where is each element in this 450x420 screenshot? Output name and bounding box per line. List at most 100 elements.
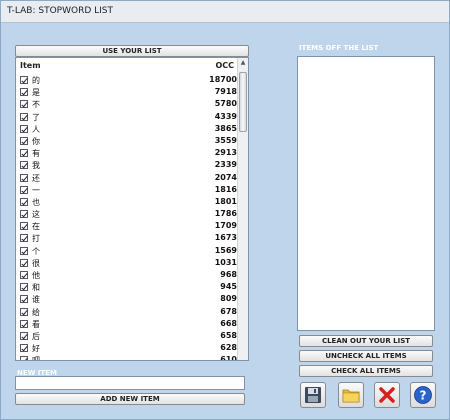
item-word: 他 bbox=[32, 271, 40, 280]
use-your-list-button[interactable]: USE YOUR LIST bbox=[15, 45, 249, 57]
item-word: 谁 bbox=[32, 295, 40, 305]
item-word: 了 bbox=[32, 112, 40, 122]
list-item[interactable]: 后 658 bbox=[16, 330, 238, 342]
column-header-item: Item bbox=[20, 61, 41, 70]
item-checkbox[interactable] bbox=[20, 161, 28, 170]
list-item[interactable]: 给 678 bbox=[16, 306, 238, 318]
item-checkbox[interactable] bbox=[20, 283, 28, 292]
stopword-list: Item OCC 的 18700 是 7918 不 5780 了 4339 人 3865 你 3559… bbox=[15, 57, 249, 361]
list-item[interactable]: 不 5780 bbox=[16, 98, 238, 110]
item-word: 后 bbox=[32, 331, 40, 341]
item-checkbox[interactable] bbox=[20, 222, 28, 231]
item-checkbox[interactable] bbox=[20, 234, 28, 243]
list-item[interactable]: 人 3865 bbox=[16, 123, 238, 135]
list-item[interactable]: 谁 809 bbox=[16, 293, 238, 305]
list-item[interactable]: 还 2074 bbox=[16, 172, 238, 184]
column-header-occ: OCC bbox=[215, 61, 234, 70]
item-occ: 5780 bbox=[214, 99, 237, 109]
list-item[interactable]: 有 2913 bbox=[16, 147, 238, 159]
item-checkbox[interactable] bbox=[20, 112, 28, 121]
item-checkbox[interactable] bbox=[20, 173, 28, 182]
item-word: 看 bbox=[32, 319, 40, 329]
item-occ: 3559 bbox=[214, 135, 237, 145]
item-occ: 4339 bbox=[214, 111, 237, 121]
check-all-button[interactable]: CHECK ALL ITEMS bbox=[299, 365, 433, 377]
item-checkbox[interactable] bbox=[20, 271, 28, 279]
list-item[interactable]: 看 668 bbox=[16, 318, 238, 330]
item-word: 的 bbox=[32, 76, 40, 85]
list-rows: 的 18700 是 7918 不 5780 了 4339 人 3865 你 3559 有 2913 我 233… bbox=[16, 74, 238, 361]
items-off-list-box[interactable] bbox=[297, 56, 435, 331]
item-checkbox[interactable] bbox=[20, 100, 28, 109]
item-checkbox[interactable] bbox=[20, 295, 28, 304]
item-word: 和 bbox=[32, 283, 40, 293]
item-checkbox[interactable] bbox=[20, 319, 28, 328]
item-checkbox[interactable] bbox=[20, 258, 28, 267]
item-checkbox[interactable] bbox=[20, 88, 28, 97]
close-button[interactable] bbox=[374, 382, 400, 408]
item-word: 在 bbox=[32, 222, 40, 232]
scroll-up-arrow-icon[interactable]: ▲ bbox=[238, 58, 248, 68]
list-item[interactable]: 的 18700 bbox=[16, 74, 238, 86]
item-word: 你 bbox=[32, 136, 40, 146]
item-occ: 2074 bbox=[214, 172, 237, 182]
item-occ: 1031 bbox=[214, 257, 237, 267]
item-occ: 610 bbox=[220, 355, 237, 361]
item-checkbox[interactable] bbox=[20, 197, 28, 206]
list-header: Item OCC bbox=[16, 58, 236, 72]
list-item[interactable]: 好 628 bbox=[16, 342, 238, 354]
open-folder-button[interactable] bbox=[338, 382, 364, 408]
list-item[interactable]: 打 1673 bbox=[16, 232, 238, 244]
list-item[interactable]: 吧 610 bbox=[16, 354, 238, 361]
help-button[interactable]: ? bbox=[410, 382, 436, 408]
list-item[interactable]: 很 1031 bbox=[16, 257, 238, 269]
item-occ: 1709 bbox=[214, 221, 237, 231]
item-checkbox[interactable] bbox=[20, 149, 28, 158]
item-occ: 2913 bbox=[214, 148, 237, 158]
list-item[interactable]: 这 1786 bbox=[16, 208, 238, 220]
item-occ: 678 bbox=[220, 306, 237, 316]
item-word: 我 bbox=[32, 161, 40, 171]
list-item[interactable]: 你 3559 bbox=[16, 135, 238, 147]
save-button[interactable] bbox=[300, 382, 326, 408]
list-scrollbar[interactable]: ▲ bbox=[237, 58, 248, 360]
list-item[interactable]: 了 4339 bbox=[16, 111, 238, 123]
new-item-input[interactable] bbox=[15, 376, 245, 390]
item-word: 这 bbox=[32, 210, 40, 220]
item-checkbox[interactable] bbox=[20, 307, 28, 316]
item-checkbox[interactable] bbox=[20, 76, 28, 84]
list-item[interactable]: 在 1709 bbox=[16, 220, 238, 232]
item-word: 不 bbox=[32, 100, 40, 110]
item-checkbox[interactable] bbox=[20, 185, 28, 194]
item-checkbox[interactable] bbox=[20, 356, 28, 360]
item-occ: 3865 bbox=[214, 123, 237, 133]
item-checkbox[interactable] bbox=[20, 210, 28, 219]
list-item[interactable]: 是 7918 bbox=[16, 86, 238, 98]
item-occ: 968 bbox=[220, 270, 237, 279]
list-item[interactable]: 个 1569 bbox=[16, 245, 238, 257]
list-item[interactable]: 一 1816 bbox=[16, 184, 238, 196]
item-checkbox[interactable] bbox=[20, 136, 28, 145]
uncheck-all-button[interactable]: UNCHECK ALL ITEMS bbox=[299, 350, 433, 362]
clean-out-list-button[interactable]: CLEAN OUT YOUR LIST bbox=[299, 335, 433, 347]
item-occ: 1673 bbox=[214, 233, 237, 243]
folder-icon bbox=[342, 389, 360, 403]
item-word: 很 bbox=[32, 258, 40, 268]
help-icon: ? bbox=[414, 386, 432, 404]
item-word: 人 bbox=[32, 124, 40, 134]
item-checkbox[interactable] bbox=[20, 344, 28, 353]
item-occ: 1816 bbox=[214, 184, 237, 194]
item-checkbox[interactable] bbox=[20, 331, 28, 340]
item-occ: 18700 bbox=[209, 75, 237, 84]
title-bar: T-LAB: STOPWORD LIST bbox=[1, 1, 449, 23]
add-new-item-button[interactable]: ADD NEW ITEM bbox=[15, 393, 245, 405]
list-item[interactable]: 我 2339 bbox=[16, 159, 238, 171]
item-word: 有 bbox=[32, 149, 40, 159]
scroll-thumb[interactable] bbox=[239, 72, 247, 132]
item-occ: 1786 bbox=[214, 209, 237, 219]
list-item[interactable]: 他 968 bbox=[16, 269, 238, 281]
list-item[interactable]: 也 1801 bbox=[16, 196, 238, 208]
list-item[interactable]: 和 945 bbox=[16, 281, 238, 293]
item-checkbox[interactable] bbox=[20, 246, 28, 255]
item-checkbox[interactable] bbox=[20, 124, 28, 133]
